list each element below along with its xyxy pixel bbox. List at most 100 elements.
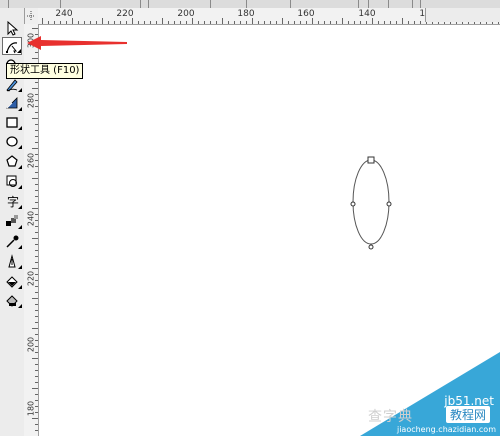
- ruler-tick: [330, 21, 331, 24]
- ruler-tick: [384, 21, 385, 24]
- ellipse-node-right[interactable]: [386, 201, 392, 207]
- site-watermark: jb51.net 查字典 教程网 jiaocheng.chazidian.com: [360, 352, 500, 436]
- ruler-tick: [222, 18, 223, 24]
- ruler-tick: [150, 21, 151, 24]
- ruler-tick: [35, 244, 38, 245]
- ruler-tick: [35, 136, 38, 137]
- ruler-tick: [192, 18, 193, 24]
- ruler-tick: [372, 18, 373, 24]
- ruler-tick: [35, 256, 38, 257]
- toolbar-divider: [8, 0, 9, 8]
- flyout-indicator-icon: [18, 285, 22, 289]
- ruler-tick: [32, 418, 38, 419]
- ruler-tick: [252, 18, 253, 24]
- flyout-indicator-icon: [18, 245, 22, 249]
- ruler-tick: [354, 21, 355, 24]
- ruler-tick: [32, 28, 38, 29]
- ruler-tick: [336, 21, 337, 24]
- vertical-ruler[interactable]: 300 280 260 240 220 200 180: [24, 24, 39, 436]
- ruler-tick: [414, 21, 415, 24]
- tool-button-rectangle-tool[interactable]: [2, 113, 22, 131]
- tool-button-interactive-fill-tool[interactable]: [2, 291, 22, 309]
- tool-button-smart-fill-tool[interactable]: [2, 94, 22, 112]
- watermark-badge: 教程网: [445, 406, 490, 423]
- ruler-tick: [306, 21, 307, 24]
- tool-button-basic-shapes-tool[interactable]: [2, 172, 22, 190]
- ruler-tick: [35, 34, 38, 35]
- ruler-tick: [32, 238, 38, 239]
- ruler-tick: [204, 21, 205, 24]
- ruler-corner[interactable]: [24, 8, 39, 25]
- ruler-tick: [35, 184, 38, 185]
- tool-button-polygon-tool[interactable]: [2, 152, 22, 170]
- ruler-tick: [366, 21, 367, 24]
- ruler-tick: [90, 21, 91, 24]
- flyout-indicator-icon: [18, 265, 22, 269]
- ruler-tick: [396, 21, 397, 24]
- ruler-tick: [360, 21, 361, 24]
- ruler-tick: [35, 430, 38, 431]
- ellipse-node-left[interactable]: [350, 201, 356, 207]
- pick-tool-icon: [7, 20, 19, 36]
- vertical-ruler-label: 240: [26, 210, 36, 227]
- ruler-tick: [156, 21, 157, 24]
- ruler-tick: [276, 21, 277, 24]
- ruler-tick: [32, 328, 38, 329]
- ruler-tick: [35, 280, 38, 281]
- ruler-tick: [35, 130, 38, 131]
- watermark-chinese: 查字典: [368, 409, 413, 425]
- ruler-tick: [294, 21, 295, 24]
- vertical-ruler-label: 180: [26, 400, 36, 417]
- ruler-tick: [35, 304, 38, 305]
- tool-button-eyedropper-tool[interactable]: [2, 232, 22, 250]
- ruler-tick: [216, 21, 217, 24]
- ruler-tick: [35, 400, 38, 401]
- ruler-tick: [35, 154, 38, 155]
- toolbar-divider: [388, 0, 389, 8]
- ruler-tick: [35, 424, 38, 425]
- ruler-origin-icon: [27, 11, 35, 21]
- ruler-tick: [35, 394, 38, 395]
- ruler-tick: [78, 21, 79, 24]
- ruler-tick: [408, 21, 409, 24]
- tool-button-interactive-blend-tool[interactable]: [2, 212, 22, 230]
- ruler-tick: [72, 18, 73, 24]
- ruler-tick: [60, 21, 61, 24]
- ruler-tick: [282, 18, 283, 24]
- ruler-tick: [35, 286, 38, 287]
- ruler-tick: [42, 18, 43, 24]
- ruler-tick: [66, 21, 67, 24]
- ruler-tick: [240, 21, 241, 24]
- flyout-indicator-icon: [18, 126, 22, 130]
- tool-button-shape-tool[interactable]: [2, 37, 22, 55]
- ruler-tick: [210, 21, 211, 24]
- ruler-tick: [342, 18, 343, 24]
- ruler-tick: [35, 106, 38, 107]
- ruler-tick: [108, 21, 109, 24]
- tool-button-fill-tool[interactable]: [2, 272, 22, 290]
- ellipse-node-bottom[interactable]: [368, 244, 374, 250]
- tool-button-pick-tool[interactable]: [2, 19, 22, 37]
- ruler-tick: [48, 21, 49, 24]
- ruler-tick: [132, 18, 133, 24]
- ruler-tick: [180, 21, 181, 24]
- ruler-tick: [35, 220, 38, 221]
- ellipse-shape[interactable]: [339, 150, 399, 258]
- ruler-tick: [35, 52, 38, 53]
- ruler-tick: [138, 21, 139, 24]
- ruler-tick: [35, 226, 38, 227]
- tool-button-outline-pen-tool[interactable]: [2, 252, 22, 270]
- toolbar-divider: [420, 0, 421, 8]
- ruler-tick: [32, 358, 38, 359]
- ellipse-outline[interactable]: [352, 159, 390, 245]
- ruler-tick: [114, 21, 115, 24]
- toolbar-divider: [210, 0, 211, 8]
- tool-button-ellipse-tool[interactable]: [2, 132, 22, 150]
- ruler-tick: [35, 340, 38, 341]
- horizontal-ruler-label: 240: [55, 9, 73, 19]
- ruler-tick: [35, 346, 38, 347]
- tool-button-text-tool[interactable]: 字: [2, 192, 22, 210]
- ruler-tick: [174, 21, 175, 24]
- ruler-tick: [318, 21, 319, 24]
- ellipse-node-top[interactable]: [367, 156, 375, 164]
